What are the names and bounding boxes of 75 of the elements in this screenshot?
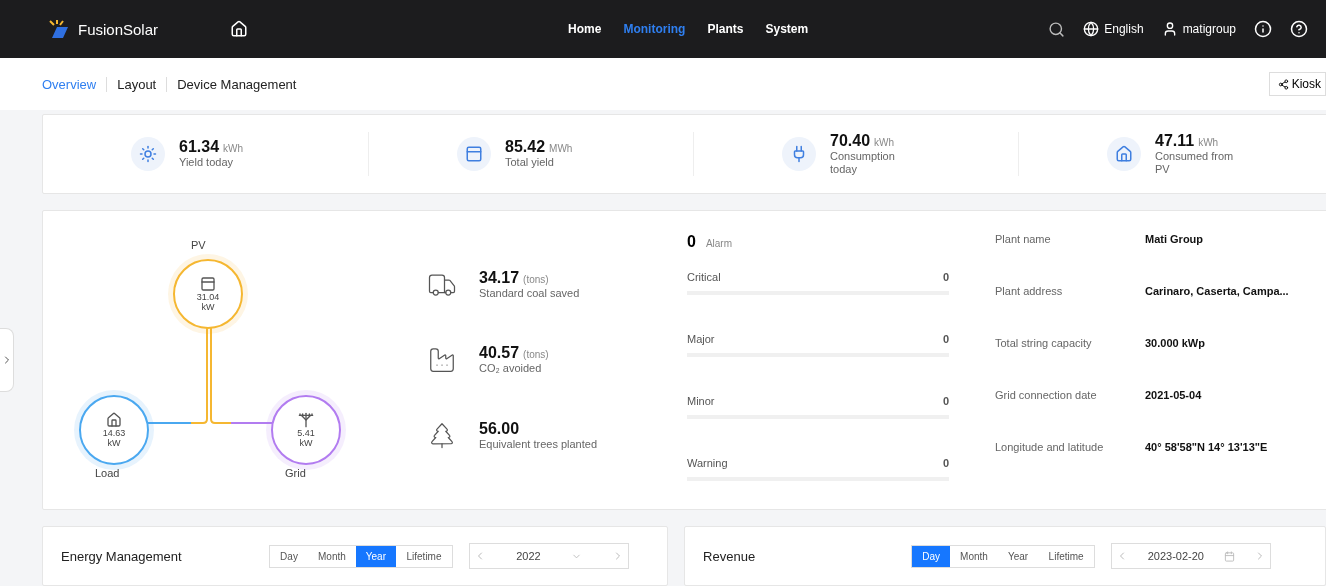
language-button[interactable]: English: [1083, 21, 1144, 37]
info-value: 30.000 kWp: [1145, 337, 1206, 349]
env-value: 34.17 (tons): [479, 269, 550, 288]
calendar-icon: [1223, 550, 1235, 562]
node-label: Grid: [285, 467, 306, 479]
nav-link[interactable]: Plants: [707, 22, 744, 36]
date-value: 2023-02-20: [1147, 550, 1204, 562]
alarm-label: Alarm: [705, 238, 733, 249]
period-tab[interactable]: Year: [355, 545, 396, 567]
info-value: 40° 58'58"N 14° 13'13"E: [1145, 441, 1269, 453]
sub-tab[interactable]: Layout: [106, 76, 167, 92]
alarm-level-count: 0: [942, 395, 949, 407]
logo-icon: [48, 19, 70, 39]
house-icon: [106, 412, 122, 428]
alarm-level-label: Minor: [687, 395, 715, 407]
kpi-value: 47.11 kWh: [1155, 131, 1220, 150]
kiosk-button[interactable]: Kiosk: [1268, 72, 1326, 96]
share-icon: [1277, 78, 1289, 90]
pylon-icon: [298, 412, 314, 428]
info-label: Total string capacity: [995, 337, 1093, 349]
env-value: 56.00: [479, 419, 521, 438]
search-icon[interactable]: [1048, 20, 1066, 38]
info-value: Mati Group: [1145, 233, 1205, 245]
kpi-label: Yield today: [179, 156, 235, 170]
house-icon: [1107, 137, 1141, 171]
info-label: Grid connection date: [995, 389, 1098, 401]
alarm-level-count: 0: [942, 457, 949, 469]
env-label: Equivalent trees planted: [479, 437, 598, 451]
flow-node: 31.04 kW: [173, 259, 243, 329]
flow-node: 14.63 kW: [79, 395, 149, 465]
env-label: Standard coal saved: [479, 287, 580, 301]
node-label: PV: [191, 239, 206, 251]
alarm-level-count: 0: [942, 333, 949, 345]
date-picker[interactable]: 2022: [469, 543, 629, 569]
sun-icon: [131, 137, 165, 171]
flow-node: 5.41 kW: [271, 395, 341, 465]
kpi-value: 70.40 kWh: [830, 131, 896, 150]
kpi-label: Total yield: [505, 156, 555, 170]
info-label: Longitude and latitude: [995, 441, 1105, 453]
nav-link[interactable]: Home: [568, 22, 602, 36]
panel-title: Revenue: [703, 548, 757, 564]
alarm-level-label: Warning: [687, 457, 728, 469]
env-label: CO₂ avoided: [479, 362, 543, 376]
sub-tab[interactable]: Device Management: [166, 76, 307, 92]
period-tab[interactable]: Day: [912, 545, 951, 567]
expand-handle[interactable]: [0, 328, 14, 392]
info-label: Plant name: [995, 233, 1052, 245]
help-icon[interactable]: [1290, 20, 1308, 38]
panel-title: Energy Management: [61, 548, 183, 564]
date-value: 2022: [516, 550, 541, 562]
user-button[interactable]: matigroup: [1161, 21, 1236, 37]
logo-text: FusionSolar: [78, 20, 159, 38]
alarm-level-label: Critical: [687, 271, 721, 283]
nav-link[interactable]: System: [765, 22, 809, 36]
sub-tab[interactable]: Overview: [42, 76, 107, 92]
panel-icon: [457, 137, 491, 171]
factory-icon: [427, 345, 457, 375]
info-label: Plant address: [995, 285, 1064, 297]
info-value: Carinaro, Caserta, Campa...: [1145, 285, 1289, 297]
plug-icon: [782, 137, 816, 171]
globe-icon: [1083, 21, 1100, 37]
home-icon[interactable]: [230, 20, 248, 38]
kpi-label: Consumption today: [830, 149, 896, 177]
env-value: 40.57 (tons): [479, 344, 549, 363]
nav-link[interactable]: Monitoring: [623, 22, 686, 36]
info-icon[interactable]: [1254, 20, 1272, 38]
alarm-level-label: Major: [687, 333, 715, 345]
date-picker[interactable]: 2023-02-20: [1111, 543, 1272, 569]
kpi-value: 85.42 MWh: [505, 138, 574, 157]
alarm-level-count: 0: [942, 271, 949, 283]
alarm-count: 0: [687, 233, 696, 251]
node-label: Load: [95, 467, 120, 479]
kpi-label: Consumed from PV: [1155, 149, 1235, 177]
info-value: 2021-05-04: [1145, 389, 1203, 401]
kpi-value: 61.34 kWh: [179, 138, 245, 157]
